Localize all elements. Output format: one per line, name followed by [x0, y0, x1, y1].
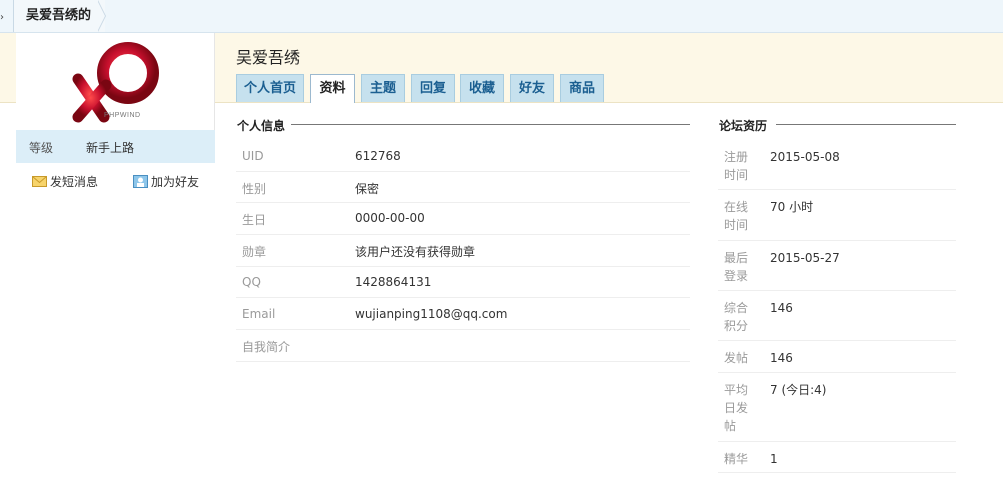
- history-key: 注册时间: [724, 150, 749, 182]
- history-value: 146: [770, 301, 793, 315]
- email-link[interactable]: wujianping1108@qq.com: [355, 307, 507, 321]
- left-panel: [16, 163, 215, 480]
- info-key: UID: [242, 149, 264, 163]
- breadcrumb-current[interactable]: 吴爱吾绣的: [13, 0, 106, 32]
- table-row: 生日 0000-00-00: [236, 203, 690, 235]
- info-key: 生日: [242, 213, 267, 227]
- svg-text:PHPWIND: PHPWIND: [104, 112, 141, 119]
- breadcrumb-separator-inner: [97, 0, 105, 32]
- history-value: 2015-05-27: [770, 251, 840, 265]
- table-row: 精华 1: [718, 442, 956, 473]
- history-key: 综合积分: [724, 301, 749, 333]
- info-value: 0000-00-00: [355, 211, 425, 225]
- info-key: 勋章: [242, 245, 267, 259]
- breadcrumb-prev-chevron-icon[interactable]: ›: [0, 12, 4, 23]
- forum-history-title: 论坛资历: [719, 117, 774, 134]
- table-row: 在线时间 70 小时: [718, 190, 956, 241]
- table-row: QQ 1428864131: [236, 267, 690, 298]
- phpwind-logo-icon: PHPWIND: [72, 42, 159, 123]
- tab-products[interactable]: 商品: [560, 74, 604, 102]
- history-value: 2015-05-08: [770, 150, 840, 164]
- table-row: 平均日发帖 7 (今日:4): [718, 373, 956, 442]
- table-row: 注册时间 2015-05-08: [718, 140, 956, 190]
- level-label: 等级: [29, 141, 54, 155]
- history-key: 在线时间: [724, 200, 749, 232]
- table-row: Email wujianping1108@qq.com: [236, 298, 690, 330]
- tab-home[interactable]: 个人首页: [236, 74, 304, 102]
- tab-replies[interactable]: 回复: [411, 74, 455, 102]
- send-message-button[interactable]: 发短消息: [32, 172, 98, 190]
- history-key: 精华: [724, 452, 749, 466]
- envelope-icon: [32, 175, 47, 188]
- avatar[interactable]: PHPWIND: [16, 33, 215, 130]
- history-key: 最后登录: [724, 251, 749, 283]
- history-value: 70 小时: [770, 200, 814, 214]
- table-row: 发帖 146: [718, 341, 956, 373]
- profile-name: 吴爱吾绣: [236, 48, 301, 67]
- info-key: 自我简介: [242, 340, 291, 354]
- info-key: 性别: [242, 182, 267, 196]
- tab-topics[interactable]: 主题: [361, 74, 405, 102]
- history-key: 发帖: [724, 351, 749, 365]
- history-value: 1: [770, 452, 778, 466]
- info-value: 保密: [355, 182, 380, 196]
- breadcrumb: › 吴爱吾绣的: [0, 0, 1003, 33]
- section-divider: [776, 124, 956, 125]
- history-value: 7 (今日:4): [770, 383, 827, 397]
- table-row: 性别 保密: [236, 172, 690, 203]
- table-row: 自我简介: [236, 330, 690, 362]
- history-value: 146: [770, 351, 793, 365]
- info-key: QQ: [242, 275, 261, 289]
- table-row: 勋章 该用户还没有获得勋章: [236, 235, 690, 267]
- send-message-label: 发短消息: [50, 174, 99, 189]
- tab-favorites[interactable]: 收藏: [460, 74, 504, 102]
- level-value: 新手上路: [86, 141, 135, 155]
- tab-friends[interactable]: 好友: [510, 74, 554, 102]
- add-friend-label: 加为好友: [151, 174, 200, 189]
- table-row: 综合积分 146: [718, 291, 956, 341]
- add-friend-icon: [133, 174, 148, 188]
- level-row: 等级 新手上路: [16, 130, 215, 163]
- info-value: 该用户还没有获得勋章: [355, 245, 476, 259]
- table-row: 最后登录 2015-05-27: [718, 241, 956, 291]
- tab-profile[interactable]: 资料: [310, 74, 355, 103]
- info-value: 1428864131: [355, 275, 432, 289]
- info-value: 612768: [355, 149, 401, 163]
- personal-info-title: 个人信息: [237, 117, 292, 134]
- table-row: UID 612768: [236, 140, 690, 172]
- add-friend-button[interactable]: 加为好友: [133, 172, 199, 190]
- section-divider: [290, 124, 690, 125]
- history-key: 平均日发帖: [724, 383, 749, 433]
- info-key: Email: [242, 307, 276, 321]
